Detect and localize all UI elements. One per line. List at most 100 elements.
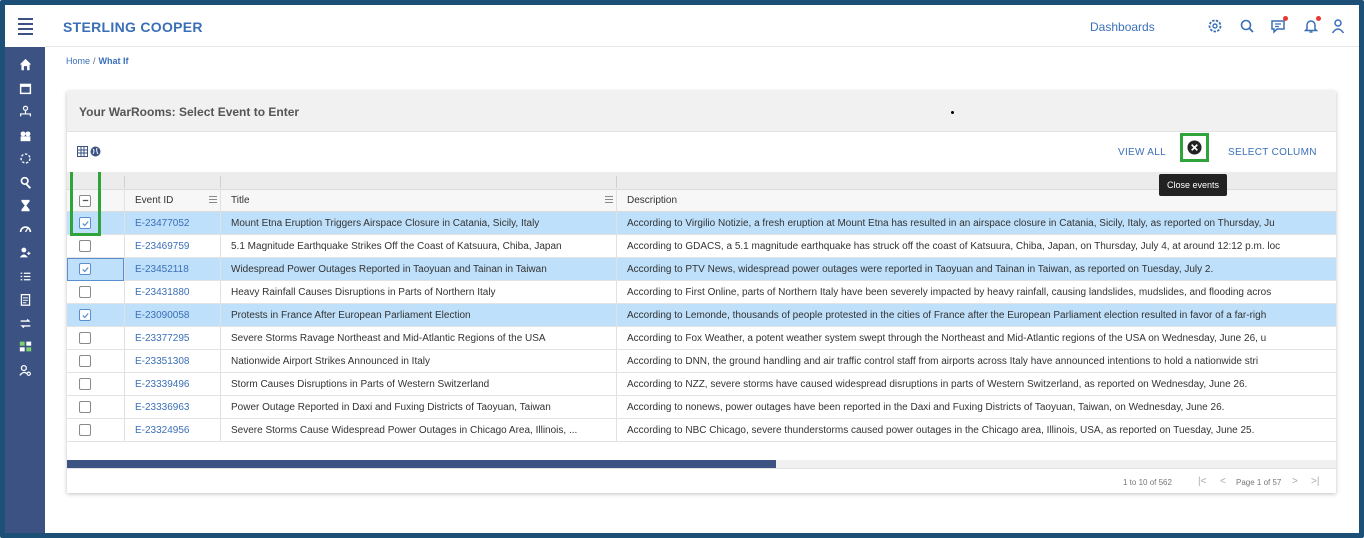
close-events-button[interactable] — [1180, 133, 1209, 162]
event-title: Protests in France After European Parlia… — [231, 309, 471, 321]
pagination-bar: 1 to 10 of 562 |< < Page 1 of 57 > >| — [67, 468, 1336, 493]
hourglass-icon[interactable] — [5, 194, 45, 218]
panel-title: Your WarRooms: Select Event to Enter — [79, 105, 300, 119]
table-row[interactable]: E-23477052 Mount Etna Eruption Triggers A… — [67, 212, 1336, 235]
dashboards-link[interactable]: Dashboards — [1090, 20, 1155, 34]
table-row[interactable]: E-23452118 Widespread Power Outages Repor… — [67, 258, 1336, 281]
panel-header: Your WarRooms: Select Event to Enter — [67, 91, 1336, 132]
settings-gear-icon[interactable] — [1207, 18, 1223, 34]
grid-body: E-23477052 Mount Etna Eruption Triggers A… — [67, 212, 1336, 442]
refresh-icon[interactable] — [5, 147, 45, 171]
breadcrumb-current[interactable]: What If — [99, 56, 129, 66]
notifications-badge — [1316, 16, 1321, 21]
grid-toolbar: VIEW ALL SELECT COLUMN — [67, 132, 1336, 172]
event-description: According to PTV News, widespread power … — [627, 263, 1214, 275]
event-id-link[interactable]: E-23324956 — [125, 419, 220, 441]
table-row[interactable]: E-23377295 Severe Storms Ravage Northeast… — [67, 327, 1336, 350]
scrollbar-thumb[interactable] — [67, 460, 776, 468]
search-icon[interactable] — [1239, 18, 1255, 34]
column-menu-icon[interactable] — [209, 196, 217, 205]
event-title: Nationwide Airport Strikes Announced in … — [231, 355, 430, 367]
warrooms-panel: Your WarRooms: Select Event to Enter VIE… — [67, 91, 1336, 493]
event-id-link[interactable]: E-23351308 — [125, 350, 220, 372]
row-checkbox[interactable] — [79, 424, 91, 436]
column-menu-icon[interactable] — [605, 196, 613, 205]
row-checkbox[interactable] — [79, 240, 91, 252]
user-profile-icon[interactable] — [1330, 18, 1346, 34]
breadcrumb-home[interactable]: Home — [66, 56, 90, 66]
event-title: Heavy Rainfall Causes Disruptions in Par… — [231, 286, 496, 298]
row-checkbox[interactable] — [79, 263, 91, 275]
clipboard-icon[interactable] — [5, 288, 45, 312]
grid-view-icon[interactable] — [77, 146, 101, 157]
horizontal-scrollbar[interactable] — [67, 460, 1336, 468]
table-row[interactable]: E-23469759 5.1 Magnitude Earthquake Strik… — [67, 235, 1336, 258]
buildings-icon[interactable] — [5, 124, 45, 148]
table-row[interactable]: E-23336963 Power Outage Reported in Daxi … — [67, 396, 1336, 419]
row-checkbox[interactable] — [79, 309, 91, 321]
header-description[interactable]: Description — [617, 190, 1336, 211]
event-id-link[interactable]: E-23477052 — [125, 212, 220, 234]
row-checkbox[interactable] — [79, 378, 91, 390]
dashboard-grid-icon[interactable] — [5, 335, 45, 359]
event-description: According to nonews, power outages have … — [627, 401, 1225, 413]
row-select-cell — [67, 281, 124, 303]
row-checkbox[interactable] — [79, 217, 91, 229]
user-settings-icon[interactable] — [5, 359, 45, 383]
messages-badge — [1283, 16, 1288, 21]
table-row[interactable]: E-23431880 Heavy Rainfall Causes Disrupti… — [67, 281, 1336, 304]
select-all-checkbox[interactable] — [79, 194, 91, 207]
view-all-button[interactable]: VIEW ALL — [1118, 147, 1166, 158]
row-select-cell — [67, 327, 124, 349]
row-checkbox[interactable] — [79, 401, 91, 413]
notifications-bell-icon[interactable] — [1303, 16, 1321, 34]
stray-dot — [951, 111, 954, 114]
event-id-link[interactable]: E-23452118 — [125, 258, 220, 280]
grid-header-row: Event ID Title Description — [67, 190, 1336, 212]
brand-logo[interactable]: STERLING COOPER — [63, 19, 203, 35]
messages-icon[interactable] — [1270, 16, 1288, 34]
event-description: According to Fox Weather, a potent weath… — [627, 332, 1267, 344]
event-title: Power Outage Reported in Daxi and Fuxing… — [231, 401, 551, 413]
event-id-link[interactable]: E-23336963 — [125, 396, 220, 418]
search-person-icon[interactable] — [5, 171, 45, 195]
row-checkbox[interactable] — [79, 355, 91, 367]
gauge-icon[interactable] — [5, 218, 45, 242]
header-title[interactable]: Title — [221, 190, 616, 211]
row-select-cell — [67, 373, 124, 395]
prev-page-button[interactable]: < — [1220, 476, 1226, 487]
menu-toggle[interactable] — [5, 5, 45, 47]
org-chart-icon[interactable] — [5, 100, 45, 124]
event-title: Severe Storms Cause Widespread Power Out… — [231, 424, 578, 436]
transfer-icon[interactable] — [5, 312, 45, 336]
row-checkbox[interactable] — [79, 332, 91, 344]
globe-icon[interactable] — [90, 146, 101, 157]
next-page-button[interactable]: > — [1292, 476, 1298, 487]
user-add-icon[interactable] — [5, 241, 45, 265]
event-description: According to Virgilio Notizie, a fresh e… — [627, 217, 1275, 229]
event-id-link[interactable]: E-23090058 — [125, 304, 220, 326]
row-select-cell — [67, 396, 124, 418]
table-row[interactable]: E-23324956 Severe Storms Cause Widespread… — [67, 419, 1336, 442]
calendar-icon[interactable] — [5, 77, 45, 101]
event-id-link[interactable]: E-23469759 — [125, 235, 220, 257]
events-grid: Event ID Title Description E-23477052 Mou… — [67, 172, 1336, 466]
row-checkbox[interactable] — [79, 286, 91, 298]
header-event-id[interactable]: Event ID — [125, 190, 220, 211]
table-row[interactable]: E-23090058 Protests in France After Europ… — [67, 304, 1336, 327]
event-title: 5.1 Magnitude Earthquake Strikes Off the… — [231, 240, 562, 252]
select-column-button[interactable]: SELECT COLUMN — [1228, 147, 1317, 158]
list-icon[interactable] — [5, 265, 45, 289]
row-select-cell — [67, 350, 124, 372]
last-page-button[interactable]: >| — [1311, 476, 1319, 487]
event-id-link[interactable]: E-23377295 — [125, 327, 220, 349]
hamburger-icon — [17, 17, 33, 35]
table-row[interactable]: E-23339496 Storm Causes Disruptions in Pa… — [67, 373, 1336, 396]
table-row[interactable]: E-23351308 Nationwide Airport Strikes Ann… — [67, 350, 1336, 373]
first-page-button[interactable]: |< — [1198, 476, 1206, 487]
event-id-link[interactable]: E-23339496 — [125, 373, 220, 395]
event-id-link[interactable]: E-23431880 — [125, 281, 220, 303]
home-icon[interactable] — [5, 53, 45, 77]
row-select-cell — [67, 258, 124, 280]
row-count: 1 to 10 of 562 — [1123, 478, 1172, 487]
